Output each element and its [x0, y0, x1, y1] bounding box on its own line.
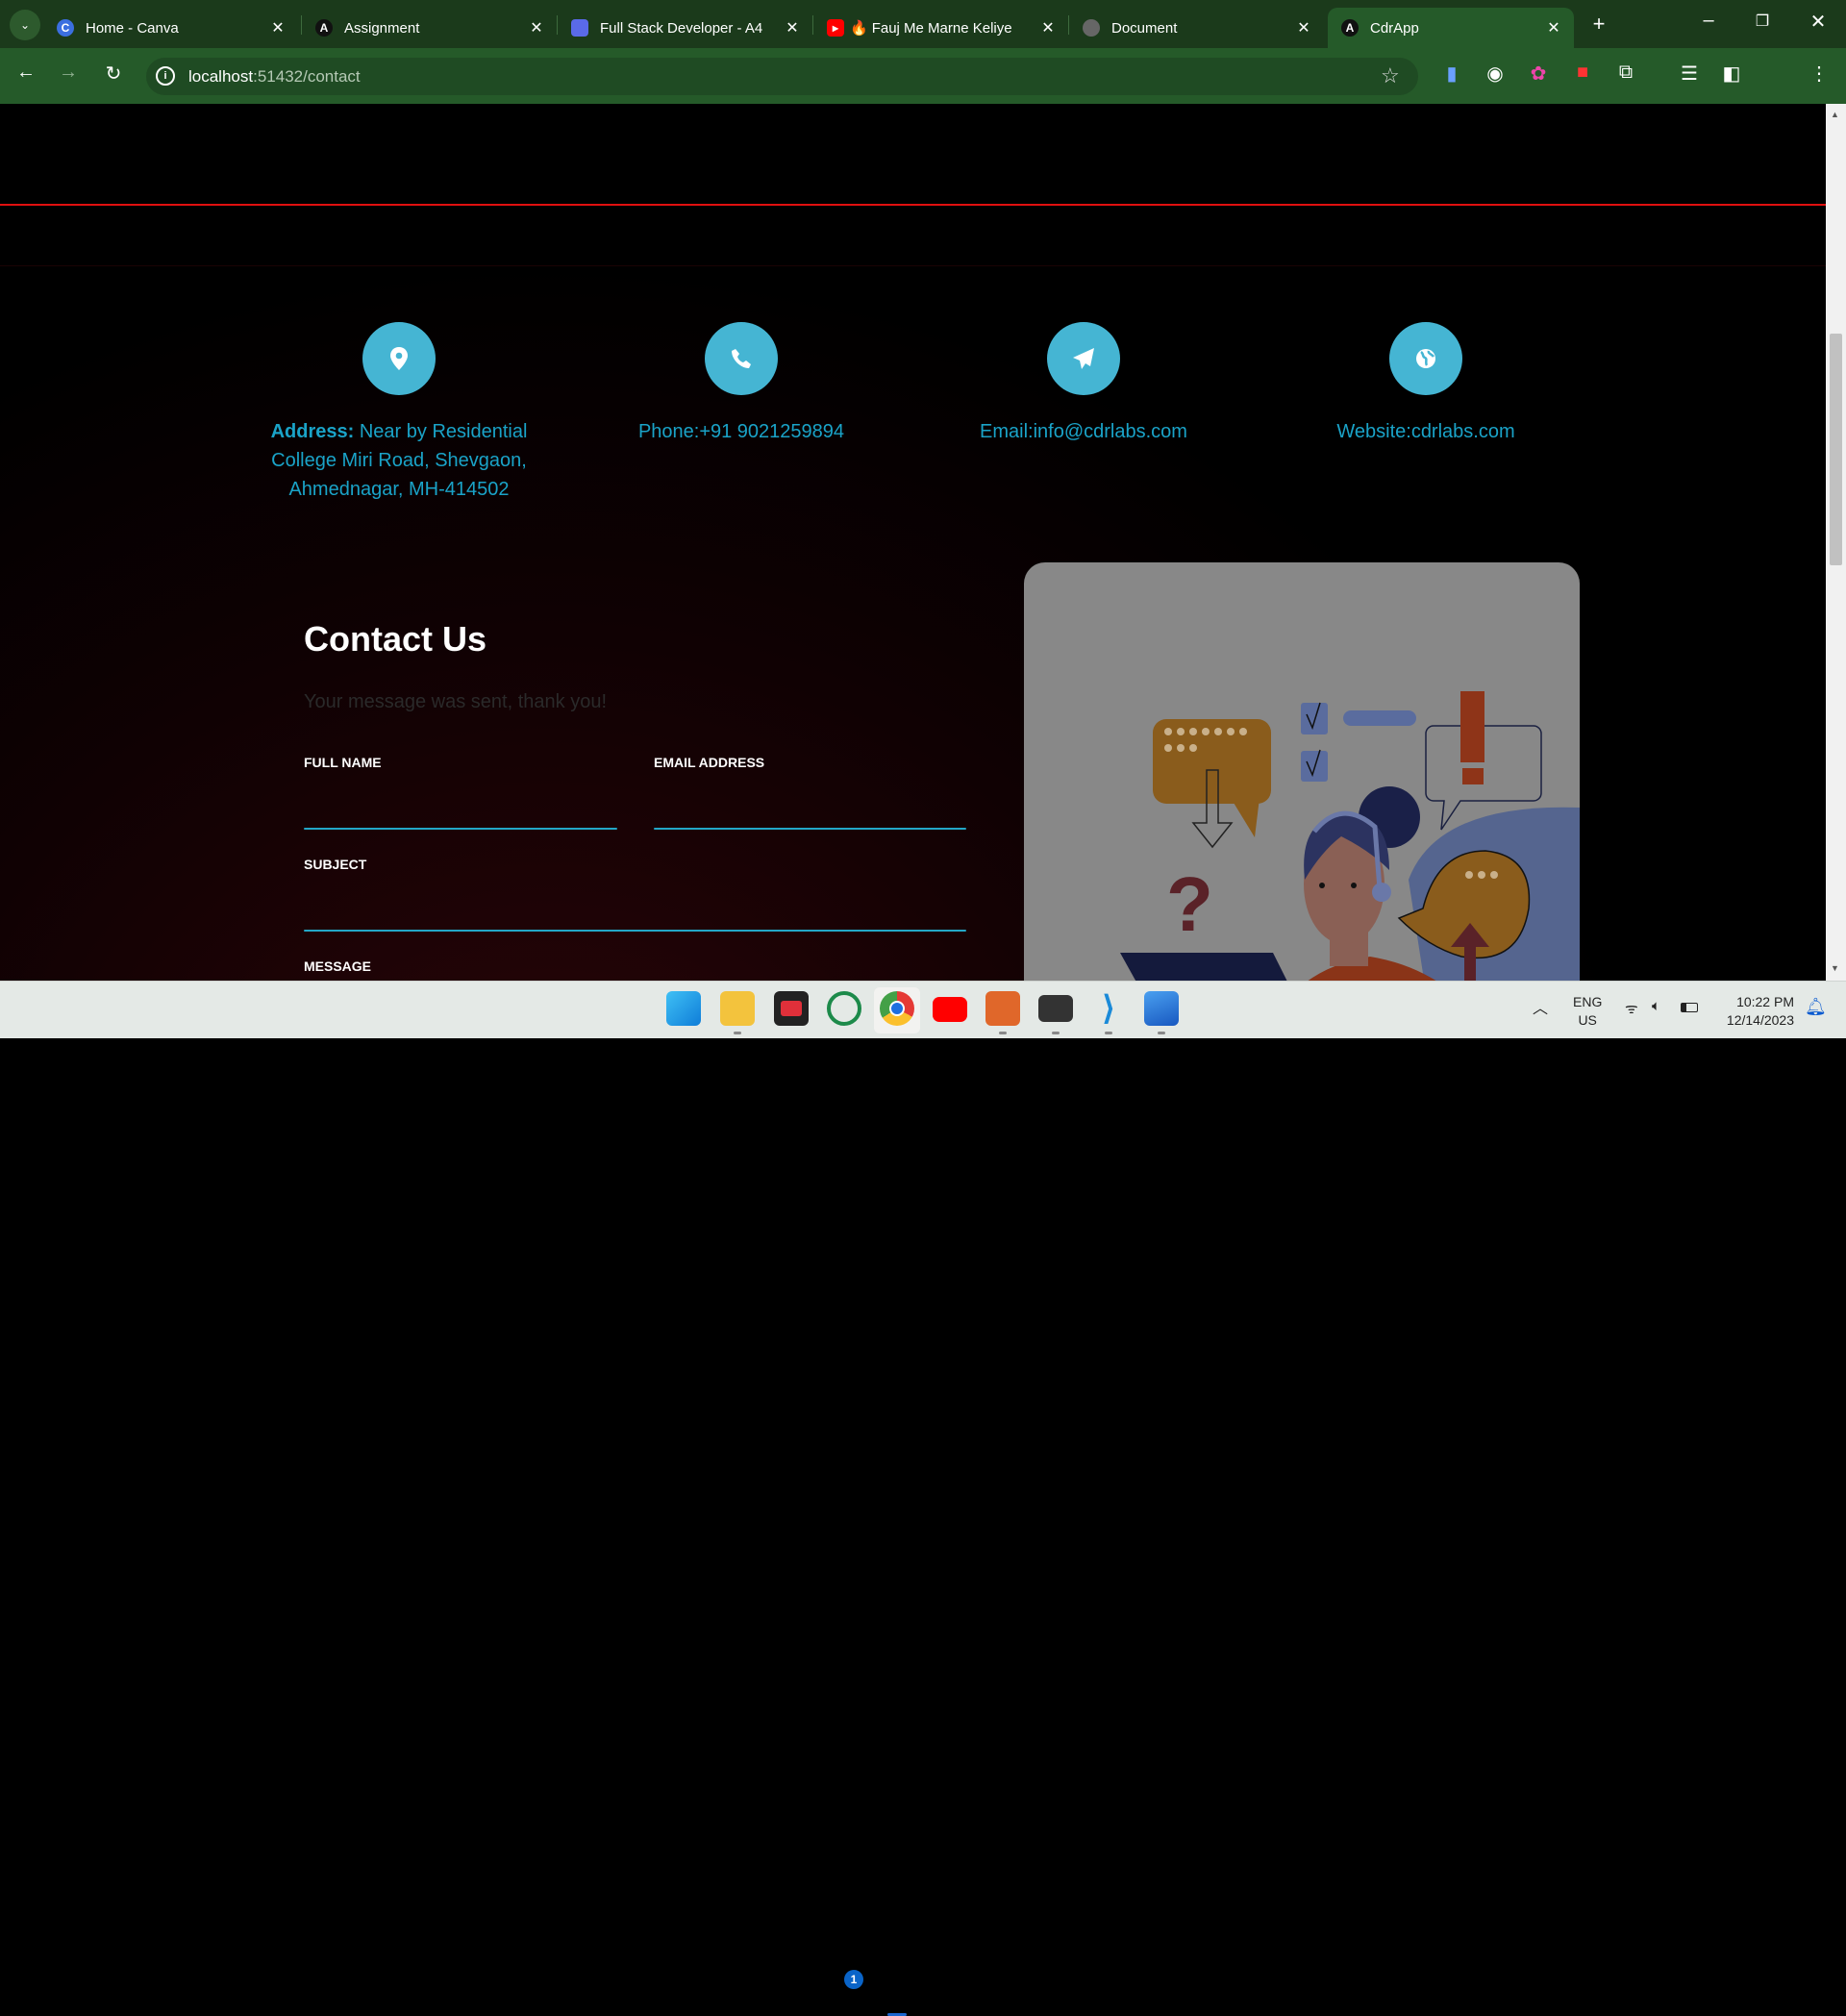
- page-content: Address: Near by Residential College Mir…: [0, 104, 1826, 981]
- extension-icon[interactable]: ✿: [1524, 62, 1553, 86]
- close-tab-icon[interactable]: ✕: [1293, 18, 1314, 37]
- paper-plane-icon: [1047, 322, 1120, 395]
- address-bar[interactable]: i localhost:51432/contact ☆: [146, 58, 1418, 95]
- email-address-input[interactable]: [654, 788, 966, 829]
- location-pin-icon: [362, 322, 436, 395]
- globe-icon: [1389, 322, 1462, 395]
- close-window-button[interactable]: ✕: [1804, 10, 1833, 34]
- chrome-icon[interactable]: [880, 991, 914, 1026]
- site-info-icon[interactable]: i: [156, 66, 175, 86]
- terminal-icon[interactable]: [1038, 995, 1073, 1022]
- youtube-icon: ▶: [827, 19, 844, 37]
- phone-icon: [705, 322, 778, 395]
- section-divider: [0, 265, 1826, 266]
- subject-input[interactable]: [304, 890, 966, 931]
- svg-text:?: ?: [1166, 861, 1213, 947]
- canva-icon: C: [57, 19, 74, 37]
- phone-info: Phone:+91 9021259894: [637, 421, 845, 442]
- xampp-icon[interactable]: [985, 991, 1020, 1026]
- full-name-label: FULL NAME: [304, 755, 382, 770]
- restore-button[interactable]: ❐: [1748, 12, 1777, 31]
- extension-icon[interactable]: ◉: [1481, 62, 1509, 86]
- vscode-icon[interactable]: ⟩: [1091, 991, 1126, 1026]
- wifi-icon[interactable]: ᯤ: [1625, 999, 1638, 1018]
- close-tab-icon[interactable]: ✕: [267, 18, 288, 37]
- media-control-icon[interactable]: ☰: [1675, 62, 1704, 86]
- tab-home-canva[interactable]: C Home - Canva ✕: [43, 8, 298, 48]
- forward-button[interactable]: →: [54, 62, 83, 84]
- address-info: Address: Near by Residential College Mir…: [270, 421, 528, 500]
- message-label: MESSAGE: [304, 958, 372, 974]
- new-tab-button[interactable]: +: [1584, 12, 1613, 37]
- website-info[interactable]: Website:cdrlabs.com: [1272, 417, 1580, 446]
- contact-title: Contact Us: [304, 619, 487, 659]
- tab-document[interactable]: Document ✕: [1069, 8, 1324, 48]
- screen-recorder-icon[interactable]: [774, 991, 809, 1026]
- scroll-down-arrow[interactable]: ▼: [1831, 963, 1839, 973]
- browser-tab-bar: ⌄ C Home - Canva ✕ A Assignment ✕ Full Stack…: [0, 0, 1846, 48]
- email-address-label: EMAIL ADDRESS: [654, 755, 765, 770]
- header-divider: [0, 204, 1826, 206]
- side-panel-icon[interactable]: ◧: [1717, 62, 1746, 86]
- tab-cdrapp[interactable]: A CdrApp ✕: [1328, 8, 1574, 48]
- subject-label: SUBJECT: [304, 857, 367, 872]
- notification-bell-icon[interactable]: 🔔︎: [1805, 997, 1827, 1017]
- puzzle-icon[interactable]: ⧉: [1611, 62, 1640, 84]
- windows-start-icon[interactable]: [666, 991, 701, 1026]
- full-name-input[interactable]: [304, 788, 617, 829]
- notification-badge: 1: [844, 1970, 863, 1989]
- reload-button[interactable]: ↻: [99, 62, 128, 86]
- scroll-up-arrow[interactable]: ▲: [1831, 110, 1839, 119]
- globe-icon: [1083, 19, 1100, 37]
- tab-youtube[interactable]: ▶ 🔥 Fauj Me Marne Keliye ✕: [813, 8, 1068, 48]
- extension-icon[interactable]: ▮: [1437, 62, 1466, 86]
- url-host: localhost: [188, 67, 254, 86]
- minimize-button[interactable]: –: [1694, 10, 1723, 32]
- page-scrollbar[interactable]: ▲ ▼: [1826, 104, 1846, 981]
- bookmark-star-icon[interactable]: ☆: [1381, 63, 1400, 88]
- battery-icon[interactable]: [1681, 1003, 1698, 1012]
- form-status-message: Your message was sent, thank you!: [304, 691, 607, 712]
- menu-icon[interactable]: ⋮: [1805, 62, 1834, 86]
- close-tab-icon[interactable]: ✕: [1037, 18, 1059, 37]
- angular-icon: A: [315, 19, 333, 37]
- url-path: :51432/contact: [253, 67, 361, 86]
- close-tab-icon[interactable]: ✕: [526, 18, 547, 37]
- whatsapp-icon[interactable]: [827, 991, 861, 1026]
- youtube-app-icon[interactable]: [933, 997, 967, 1022]
- email-info[interactable]: Email:info@cdrlabs.com: [930, 417, 1237, 446]
- show-hidden-icons-chevron[interactable]: ︿: [1533, 995, 1548, 1018]
- scrollbar-thumb[interactable]: [1830, 334, 1842, 565]
- volume-icon[interactable]: 🔈︎: [1652, 998, 1660, 1014]
- tab-full-stack-developer[interactable]: Full Stack Developer - A4 ✕: [558, 8, 812, 48]
- tab-assignment[interactable]: A Assignment ✕: [302, 8, 557, 48]
- extension-icon[interactable]: ■: [1568, 62, 1597, 84]
- support-illustration: ?: [1024, 562, 1580, 981]
- close-tab-icon[interactable]: ✕: [782, 18, 803, 37]
- file-explorer-icon[interactable]: [720, 991, 755, 1026]
- windows-taskbar: 1 ⟩ ︿ ENG US ᯤ 🔈︎ 10:22 PM 12/14/2023 🔔︎: [0, 981, 1846, 2016]
- tab-search-button[interactable]: ⌄: [10, 10, 40, 40]
- close-tab-icon[interactable]: ✕: [1543, 18, 1564, 37]
- doc-icon: [571, 19, 588, 37]
- back-button[interactable]: ←: [12, 62, 40, 84]
- angular-icon: A: [1341, 19, 1359, 37]
- language-indicator[interactable]: ENG US: [1573, 993, 1602, 1030]
- photos-icon[interactable]: [1144, 991, 1179, 1026]
- clock[interactable]: 10:22 PM 12/14/2023: [1713, 993, 1794, 1030]
- fire-emoji-icon: 🔥: [850, 20, 868, 37]
